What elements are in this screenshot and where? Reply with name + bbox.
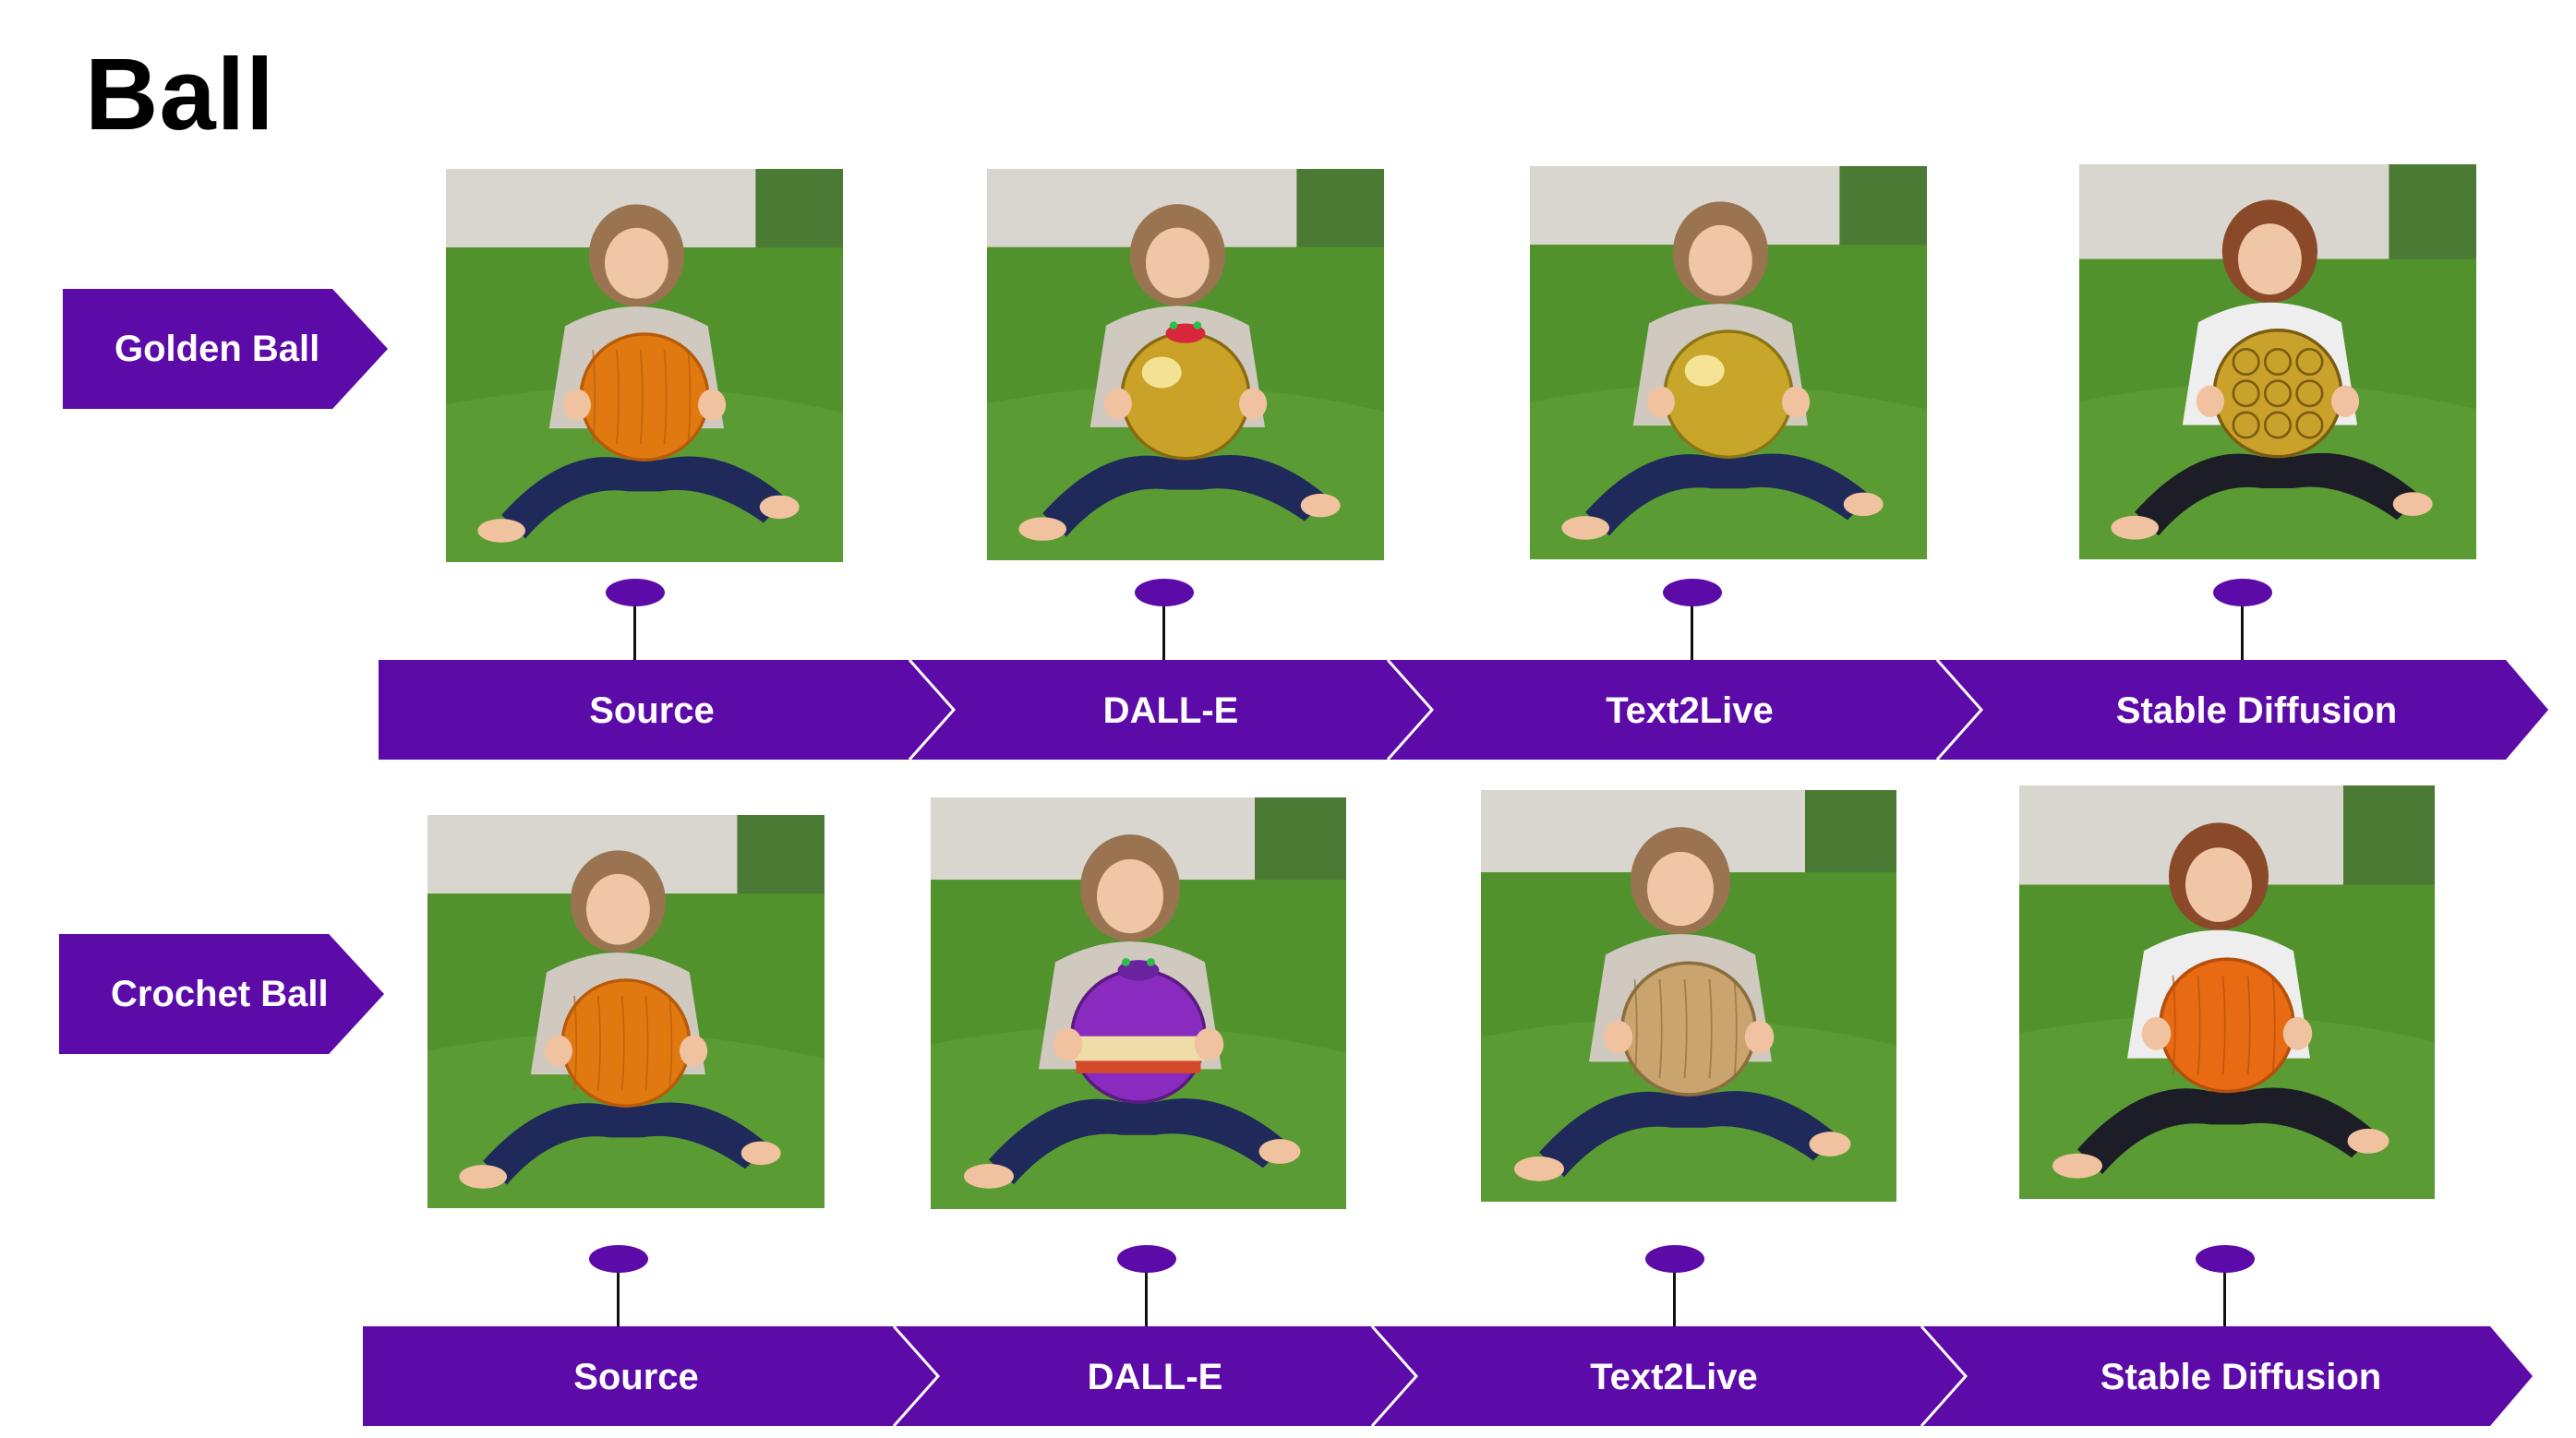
stage-label-dalle: DALL-E <box>1087 1357 1223 1397</box>
stage-label-text2live: Text2Live <box>1606 690 1774 731</box>
photo-crochet-source <box>427 815 825 1208</box>
stage-label-dalle: DALL-E <box>1102 690 1239 731</box>
timeline-pin <box>606 579 665 606</box>
stage-label-source: Source <box>573 1357 699 1397</box>
stage-label-stable-diffusion: Stable Diffusion <box>2100 1357 2382 1397</box>
stage-label-stable-diffusion: Stable Diffusion <box>2115 690 2398 731</box>
photo-golden-source <box>446 169 843 562</box>
timeline-pin <box>1645 1245 1704 1273</box>
timeline-pin <box>2213 579 2272 606</box>
photo-crochet-stable-diffusion <box>2019 785 2435 1199</box>
photo-golden-dalle <box>987 169 1384 560</box>
row-label-text: Crochet Ball <box>111 973 329 1014</box>
photo-crochet-text2live <box>1481 790 1896 1202</box>
timeline-pin <box>1663 579 1722 606</box>
photo-golden-text2live <box>1530 166 1927 559</box>
row-label-crochet-ball: Crochet Ball <box>59 934 384 1054</box>
timeline-pin <box>2196 1245 2255 1273</box>
row-label-text: Golden Ball <box>114 328 320 369</box>
row-label-golden-ball: Golden Ball <box>63 289 388 409</box>
stage-label-source: Source <box>589 690 715 731</box>
photo-golden-stable-diffusion <box>2079 164 2476 559</box>
timeline-pin <box>1135 579 1194 606</box>
photo-crochet-dalle <box>931 797 1346 1209</box>
timeline-pin <box>1117 1245 1176 1273</box>
page-title: Ball <box>85 38 275 151</box>
stage-label-text2live: Text2Live <box>1590 1357 1758 1397</box>
timeline-pin <box>589 1245 648 1273</box>
